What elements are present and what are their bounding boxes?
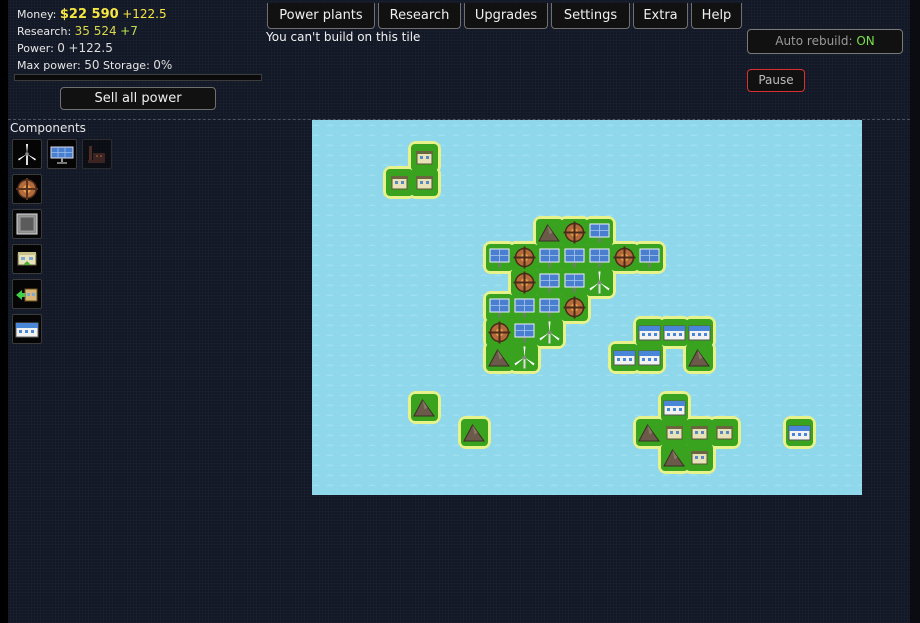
- research-label: Research:: [17, 25, 72, 38]
- component-research-lab[interactable]: [12, 314, 42, 344]
- component-battery[interactable]: [12, 209, 42, 239]
- heat-sink-icon: [16, 178, 38, 200]
- storage-label: Storage:: [103, 59, 150, 72]
- components-title: Components: [10, 121, 86, 135]
- component-power-seller[interactable]: [12, 279, 42, 309]
- money-row: Money: $22 590 +122.5: [17, 6, 172, 23]
- right-border: [910, 0, 920, 623]
- coal-plant-icon: [88, 146, 105, 163]
- battery-icon: [16, 213, 38, 235]
- status-message: You can't build on this tile: [266, 30, 421, 44]
- lab-building[interactable]: [663, 325, 686, 341]
- tab-upgrades[interactable]: Upgrades: [464, 3, 548, 29]
- house-building[interactable]: [716, 426, 733, 440]
- component-coal-plant[interactable]: [82, 139, 112, 169]
- office-icon: [17, 252, 37, 266]
- money-delta: +122.5: [122, 7, 167, 21]
- power-seller-icon: [16, 288, 38, 302]
- game-map[interactable]: [312, 120, 862, 495]
- max-power-row: Max power: 50 Storage: 0%: [17, 57, 172, 74]
- auto-rebuild-label: Auto rebuild:: [775, 34, 853, 48]
- money-label: Money:: [17, 8, 57, 21]
- house-building[interactable]: [691, 426, 708, 440]
- tab-extra[interactable]: Extra: [633, 3, 688, 29]
- lab-building[interactable]: [663, 400, 686, 416]
- lab-building[interactable]: [638, 325, 661, 341]
- stats-panel: Money: $22 590 +122.5 Research: 35 524 +…: [17, 6, 172, 74]
- house-building[interactable]: [666, 426, 683, 440]
- money-value: $22 590: [59, 7, 119, 22]
- research-delta: +7: [120, 24, 138, 38]
- auto-rebuild-state: ON: [856, 34, 875, 48]
- lab-building[interactable]: [688, 325, 711, 341]
- sell-all-power-button[interactable]: Sell all power: [60, 87, 216, 110]
- pause-button[interactable]: Pause: [747, 69, 805, 92]
- storage-bar: [14, 74, 262, 81]
- solar-panel-icon: [50, 146, 74, 164]
- research-row: Research: 35 524 +7: [17, 23, 172, 40]
- house-building[interactable]: [391, 176, 408, 190]
- auto-rebuild-toggle[interactable]: Auto rebuild: ON: [747, 29, 903, 54]
- power-value: 0: [57, 41, 65, 55]
- research-value: 35 524: [74, 24, 117, 38]
- component-heat-sink[interactable]: [12, 174, 42, 204]
- left-border: [0, 0, 8, 623]
- tab-help[interactable]: Help: [691, 3, 742, 29]
- max-power-value: 50: [84, 58, 100, 72]
- power-label: Power:: [17, 42, 54, 55]
- tab-research[interactable]: Research: [378, 3, 461, 29]
- power-delta: +122.5: [68, 41, 113, 55]
- component-wind-turbine[interactable]: [12, 139, 42, 169]
- component-solar-panel[interactable]: [47, 139, 77, 169]
- house-building[interactable]: [416, 151, 433, 165]
- lab-building[interactable]: [638, 350, 661, 366]
- tab-power-plants[interactable]: Power plants: [267, 3, 375, 29]
- lab-building[interactable]: [613, 350, 636, 366]
- lab-building[interactable]: [788, 425, 811, 441]
- storage-value: 0%: [153, 58, 173, 72]
- max-power-label: Max power:: [17, 59, 81, 72]
- power-row: Power: 0 +122.5: [17, 40, 172, 57]
- component-office[interactable]: [12, 244, 42, 274]
- wind-turbine-icon: [18, 144, 36, 165]
- tab-settings[interactable]: Settings: [551, 3, 630, 29]
- house-building[interactable]: [416, 176, 433, 190]
- research-lab-icon: [15, 322, 39, 338]
- house-building[interactable]: [691, 451, 708, 465]
